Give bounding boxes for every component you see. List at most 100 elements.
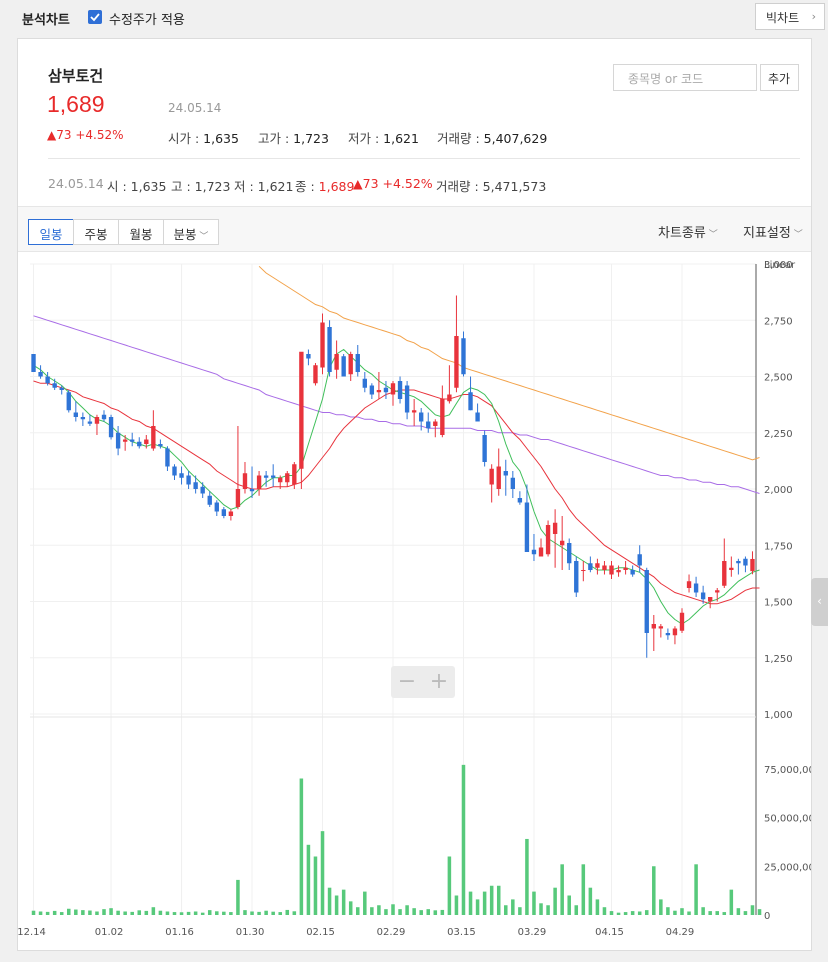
candle [630, 570, 635, 575]
volume-bar [243, 910, 247, 915]
candle [729, 567, 734, 570]
indicator-settings-dropdown[interactable]: 지표설정 ﹀ [743, 222, 803, 241]
volume-bar [673, 910, 677, 915]
volume-bar [377, 905, 381, 915]
tab-weekly[interactable]: 주봉 [73, 219, 119, 245]
tab-daily[interactable]: 일봉 [28, 219, 74, 245]
candle [87, 421, 93, 424]
candle [242, 473, 248, 489]
chart-type-dropdown[interactable]: 차트종류 ﹀ [658, 222, 718, 241]
volume-bar [609, 911, 614, 915]
adjusted-price-label[interactable]: 수정주가 적용 [109, 9, 185, 28]
candle [524, 502, 530, 552]
volume-bar [384, 909, 388, 915]
candle [362, 378, 367, 388]
add-button[interactable]: 추가 [760, 64, 799, 91]
candle [559, 540, 565, 546]
volume-bar [722, 912, 727, 915]
candle [383, 387, 389, 393]
tab-monthly[interactable]: 월봉 [118, 219, 164, 245]
candle [461, 338, 466, 375]
ma120-line [258, 265, 760, 461]
chart-type-label: 차트종류 [658, 226, 706, 241]
volume-tick-label: 75,000,000 [764, 765, 811, 776]
volume-bar [278, 912, 282, 915]
candle [130, 439, 135, 442]
candle [94, 417, 100, 424]
volume-bar [581, 864, 586, 915]
volume-bar [207, 910, 212, 915]
bar-open: 시 : 1,635 [107, 176, 166, 195]
volume-bar [264, 910, 268, 915]
volume-bar [729, 889, 734, 915]
x-tick-label: 04.29 [666, 927, 695, 938]
volume-bar [320, 831, 325, 915]
candle [750, 558, 755, 572]
candle [158, 444, 163, 447]
candle [707, 597, 713, 602]
candle [426, 421, 431, 429]
x-tick-label: 01.02 [95, 927, 124, 938]
big-chart-label: 빅차트 [766, 11, 800, 25]
volume-bar [45, 911, 50, 915]
candle [101, 414, 107, 420]
up-triangle-icon: ▲ [353, 176, 363, 191]
volume-bar [370, 907, 374, 915]
volume-bar [750, 905, 755, 915]
zoom-out-button[interactable]: − [392, 669, 422, 695]
candle [531, 549, 537, 555]
volume-bar [144, 910, 149, 915]
tab-minute-label: 분봉 [173, 227, 197, 242]
big-chart-button[interactable]: 빅차트 › [755, 3, 825, 30]
bar-volume: 거래량 : 5,471,573 [436, 176, 546, 195]
candle [736, 561, 741, 564]
volume-bar [574, 905, 579, 915]
volume-bar [398, 909, 402, 915]
side-panel-toggle[interactable]: ‹ [811, 578, 828, 626]
candle [581, 570, 586, 571]
candle [285, 473, 290, 483]
volume-bar [341, 889, 346, 915]
volume-bar [659, 899, 663, 915]
volume-bar [74, 909, 78, 915]
stock-search-input[interactable]: 종목명 or 코드 [613, 64, 757, 91]
zoom-controls: − + [391, 666, 455, 698]
top-bar: 분석차트 수정주가 적용 [0, 0, 828, 36]
candle [122, 439, 128, 442]
volume-bar [482, 891, 487, 915]
candle [658, 626, 664, 629]
candle [299, 351, 304, 469]
candle [348, 354, 353, 375]
volume-bar [137, 910, 142, 915]
candle [278, 477, 283, 483]
candle [567, 543, 572, 564]
ma5-line [33, 348, 760, 625]
candle [672, 628, 678, 636]
tab-minute[interactable]: 분봉 ﹀ [163, 219, 219, 245]
candle [679, 612, 685, 631]
candle [263, 475, 269, 478]
volume-bar [680, 908, 684, 915]
adjusted-price-checkbox[interactable] [88, 10, 102, 24]
candle [447, 394, 452, 402]
stock-chart[interactable]: 1,000 1,250 1,500 1,750 2,000 2,250 2,500 2,750… [18, 252, 811, 951]
volume-bar [313, 856, 318, 915]
high-label: 고가 : [258, 131, 290, 146]
volume-bar [172, 912, 177, 915]
volume-bar [179, 912, 184, 915]
volume-bar [433, 910, 438, 915]
volume-bar [489, 885, 494, 915]
candle [313, 365, 318, 384]
candle [334, 354, 339, 370]
candle [179, 473, 184, 478]
x-tick-label: 03.29 [518, 927, 547, 938]
candle [693, 583, 699, 593]
high-price: 고가 : 1,723 [258, 128, 329, 147]
volume-bar [630, 911, 635, 915]
volume-bar [546, 905, 550, 915]
zoom-in-button[interactable]: + [424, 669, 454, 695]
volume-tick-label: 0 [764, 911, 770, 922]
candle [700, 592, 706, 600]
volume-bar [158, 910, 163, 915]
volume-bar [405, 905, 409, 915]
